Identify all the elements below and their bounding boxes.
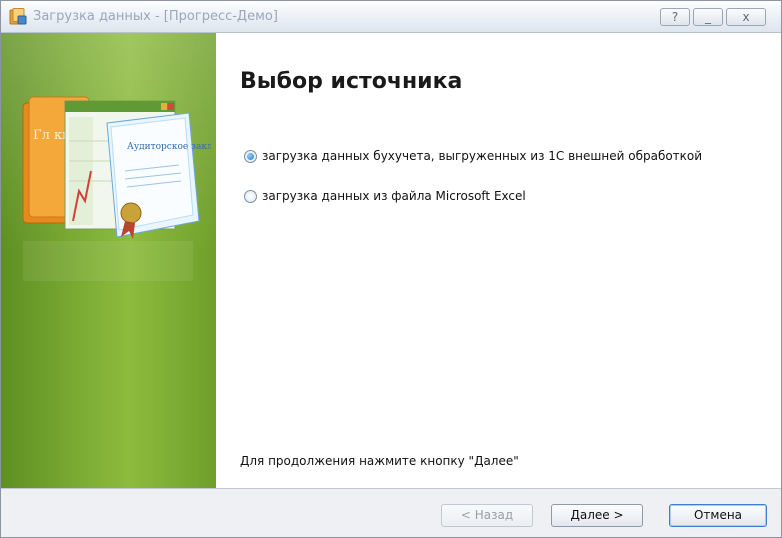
option-label: загрузка данных из файла Microsoft Excel <box>262 189 526 203</box>
title-bar[interactable]: Загрузка данных - [Прогресс-Демо] ? _ x <box>1 1 781 33</box>
main-content: Выбор источника загрузка данных бухучета… <box>216 33 781 488</box>
close-button[interactable]: x <box>726 8 766 26</box>
window-title: Загрузка данных - [Прогресс-Демо] <box>33 9 278 24</box>
sidebar-banner: Гл кн Аудиторское заключение <box>1 33 216 488</box>
option-1c-export[interactable]: загрузка данных бухучета, выгруженных из… <box>244 147 702 165</box>
app-icon <box>9 8 27 25</box>
button-bar: < Назад Далее > Отмена <box>1 488 781 537</box>
cancel-button[interactable]: Отмена <box>669 504 767 527</box>
radio-1c-export[interactable] <box>244 149 257 163</box>
back-button[interactable]: < Назад <box>441 504 533 527</box>
audit-report-illustration: Гл кн Аудиторское заключение <box>22 96 211 281</box>
help-button[interactable]: ? <box>660 8 690 26</box>
minimize-button[interactable]: _ <box>693 8 723 26</box>
option-label: загрузка данных бухучета, выгруженных из… <box>262 149 703 163</box>
wizard-window: Загрузка данных - [Прогресс-Демо] ? _ x … <box>0 0 782 538</box>
continue-hint: Для продолжения нажмите кнопку "Далее" <box>240 454 519 468</box>
option-excel-file[interactable]: загрузка данных из файла Microsoft Excel <box>244 187 526 205</box>
radio-excel-file[interactable] <box>244 189 257 203</box>
page-title: Выбор источника <box>240 69 463 94</box>
next-button[interactable]: Далее > <box>551 504 643 527</box>
certificate-title: Аудиторское заключение <box>127 142 211 152</box>
